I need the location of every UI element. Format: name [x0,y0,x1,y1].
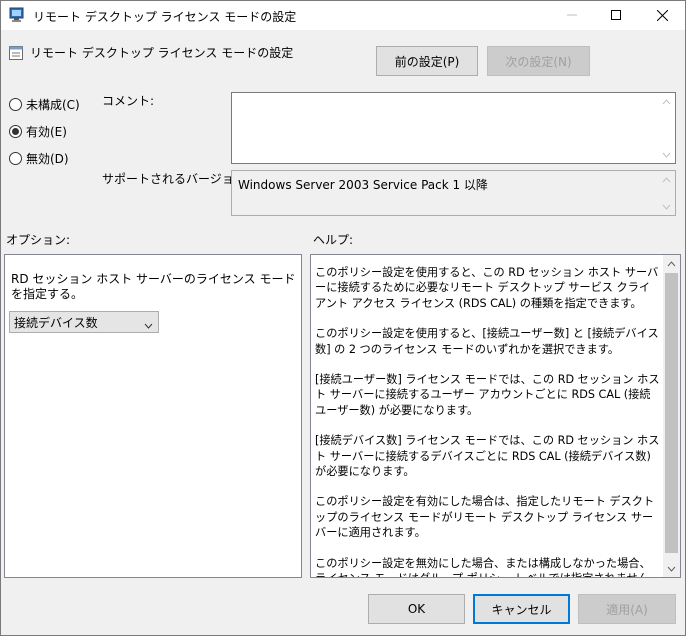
comment-textarea[interactable] [231,92,676,164]
window-title: リモート デスクトップ ライセンス モードの設定 [33,10,297,24]
radio-circle-checked [9,124,22,138]
radio-label: 有効(E) [26,124,67,139]
comment-scrollbar[interactable] [658,93,675,163]
next-setting-button[interactable]: 次の設定(N) [487,46,590,76]
policy-settings-icon [9,7,26,23]
help-paragraph: [接続デバイス数] ライセンス モードでは、この RD セッション ホスト サー… [315,434,660,479]
radio-disabled[interactable]: 無効(D) [9,150,69,166]
scroll-thumb[interactable] [665,273,678,553]
help-paragraph: [接続ユーザー数] ライセンス モードでは、この RD セッション ホスト サー… [315,373,660,417]
maximize-button[interactable] [593,0,639,30]
help-scrollbar[interactable] [663,255,680,577]
help-paragraph: このポリシー設定を使用すると、[接続ユーザー数] と [接続デバイス数] の 2… [315,327,659,356]
policy-name: リモート デスクトップ ライセンス モードの設定 [30,46,294,60]
options-description: RD セッション ホスト サーバーのライセンス モードを指定する。 [11,272,296,301]
maximize-icon [611,10,621,20]
dropdown-value: 接続デバイス数 [14,315,98,330]
help-label: ヘルプ: [313,233,354,247]
close-icon [656,9,668,21]
comment-label: コメント: [102,94,155,108]
close-button[interactable] [639,0,685,30]
radio-not-configured[interactable]: 未構成(C) [9,96,80,112]
help-paragraph: このポリシー設定を有効にした場合は、指定したリモート デスクトップのライセンス … [315,495,655,540]
minimize-button[interactable] [549,0,595,30]
cancel-button[interactable]: キャンセル [473,594,570,624]
supported-label: サポートされるバージョン: [102,172,250,186]
scroll-up-icon[interactable] [658,171,675,188]
help-paragraph: このポリシー設定を使用すると、この RD セッション ホスト サーバーに接続する… [315,266,659,310]
options-label: オプション: [6,233,71,247]
radio-circle [9,151,22,165]
title-bar[interactable]: リモート デスクトップ ライセンス モードの設定 [0,0,686,31]
scroll-up-icon[interactable] [658,93,675,110]
ok-button[interactable]: OK [368,594,465,624]
licensing-mode-dropdown[interactable]: 接続デバイス数 [9,311,159,333]
chevron-down-icon [144,318,153,332]
scroll-down-icon[interactable] [658,146,675,163]
options-panel: RD セッション ホスト サーバーのライセンス モードを指定する。 接続デバイス… [4,254,302,578]
help-text: このポリシー設定を使用すると、この RD セッション ホスト サーバーに接続する… [315,265,661,577]
help-panel: このポリシー設定を使用すると、この RD セッション ホスト サーバーに接続する… [310,254,681,578]
supported-value: Windows Server 2003 Service Pack 1 以降 [238,178,488,192]
supported-scrollbar[interactable] [658,171,675,215]
radio-circle [9,97,22,111]
minimize-icon [567,14,577,16]
previous-setting-button[interactable]: 前の設定(P) [376,46,478,76]
radio-label: 未構成(C) [26,97,80,112]
policy-setting-icon [8,45,24,61]
scroll-up-icon[interactable] [663,255,680,272]
apply-button[interactable]: 適用(A) [578,594,676,624]
supported-field: Windows Server 2003 Service Pack 1 以降 [231,170,676,216]
radio-label: 無効(D) [26,151,69,166]
scroll-down-icon[interactable] [663,560,680,577]
scroll-down-icon[interactable] [658,198,675,215]
radio-enabled[interactable]: 有効(E) [9,123,67,139]
help-paragraph: このポリシー設定を無効にした場合、または構成しなかった場合、ライセンス モードは… [315,556,660,577]
